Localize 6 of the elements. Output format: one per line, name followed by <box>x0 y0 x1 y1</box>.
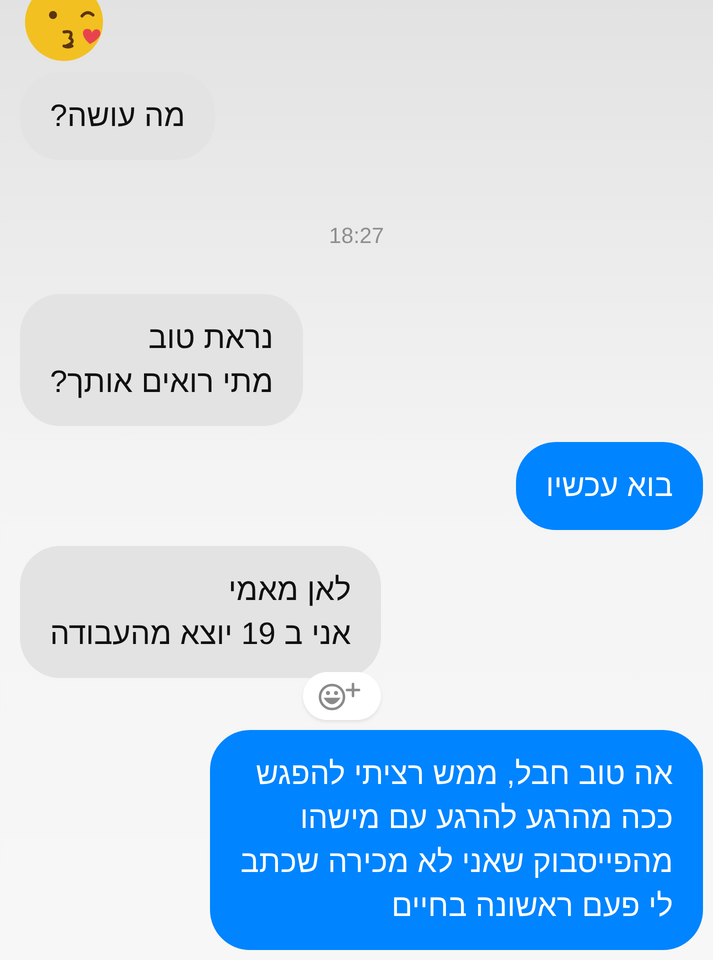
sent-message-bubble: בוא עכשיו <box>516 442 703 530</box>
reaction-button[interactable] <box>303 672 382 720</box>
received-message-bubble: לאן מאמי אני ב 19 יוצא מהעבודה <box>20 546 382 678</box>
received-message-bubble: נראת טוב מתי רואים אותך? <box>20 294 304 426</box>
message-timestamp: 18:27 <box>328 222 384 250</box>
sent-message-bubble: אה טוב חבל, ממש רציתי להפגש ככה מהרגע להרגע עם מישהו מהפייסבוק שאני לא מכירה שכתב לי פעם ראשונה בחיים <box>210 730 703 950</box>
